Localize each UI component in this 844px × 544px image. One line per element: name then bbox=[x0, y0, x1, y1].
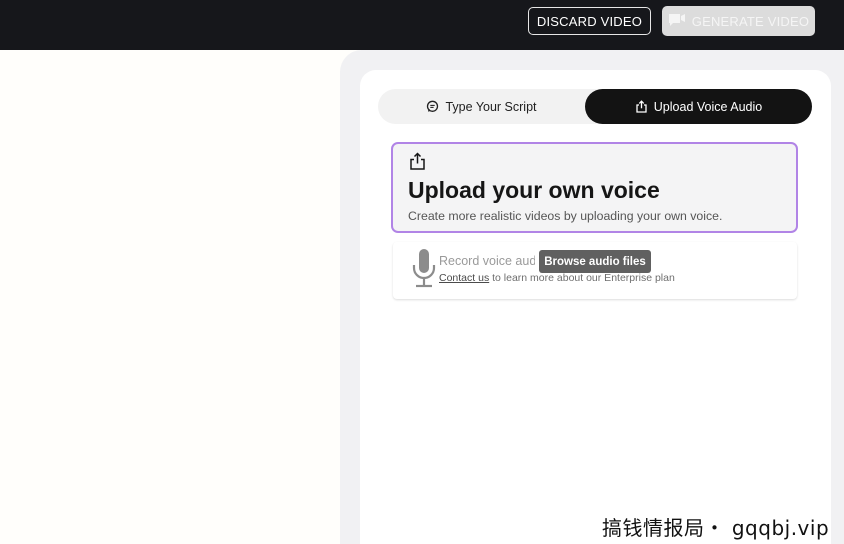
upload-voice-title: Upload your own voice bbox=[408, 177, 660, 203]
generate-video-button[interactable]: GENERATE VIDEO bbox=[662, 6, 815, 36]
tab-upload-voice-audio-label: Upload Voice Audio bbox=[653, 99, 763, 114]
record-voice-title: Record voice audio bbox=[439, 254, 535, 268]
microphone-icon bbox=[412, 249, 436, 288]
upload-own-voice-option[interactable]: Upload your own voice Create more realis… bbox=[391, 142, 798, 233]
discard-video-button[interactable]: DISCARD VIDEO bbox=[528, 7, 651, 35]
top-bar: DISCARD VIDEO GENERATE VIDEO bbox=[0, 0, 844, 50]
record-voice-subtitle-rest: to learn more about our Enterprise plan bbox=[489, 272, 675, 284]
tab-type-your-script[interactable]: Type Your Script bbox=[378, 89, 585, 124]
generate-video-label: GENERATE VIDEO bbox=[691, 13, 810, 29]
video-chat-icon bbox=[668, 14, 685, 26]
tab-upload-voice-audio[interactable]: Upload Voice Audio bbox=[585, 89, 812, 124]
tab-type-your-script-label: Type Your Script bbox=[445, 99, 537, 114]
record-voice-subtitle: Contact us to learn more about our Enter… bbox=[439, 272, 675, 284]
video-preview-area bbox=[0, 50, 340, 544]
discard-video-label: DISCARD VIDEO bbox=[536, 13, 643, 29]
upload-voice-subtitle: Create more realistic videos by uploadin… bbox=[408, 209, 723, 223]
chat-icon bbox=[427, 100, 439, 112]
input-mode-tabs: Type Your Script Upload Voice Audio bbox=[378, 89, 812, 124]
watermark-text: 搞钱情报局・ gqqbj.vip bbox=[602, 516, 830, 540]
upload-icon bbox=[636, 100, 647, 113]
upload-icon bbox=[410, 152, 425, 170]
contact-us-link[interactable]: Contact us bbox=[439, 272, 489, 284]
browse-audio-tooltip: Browse audio files bbox=[539, 250, 651, 273]
